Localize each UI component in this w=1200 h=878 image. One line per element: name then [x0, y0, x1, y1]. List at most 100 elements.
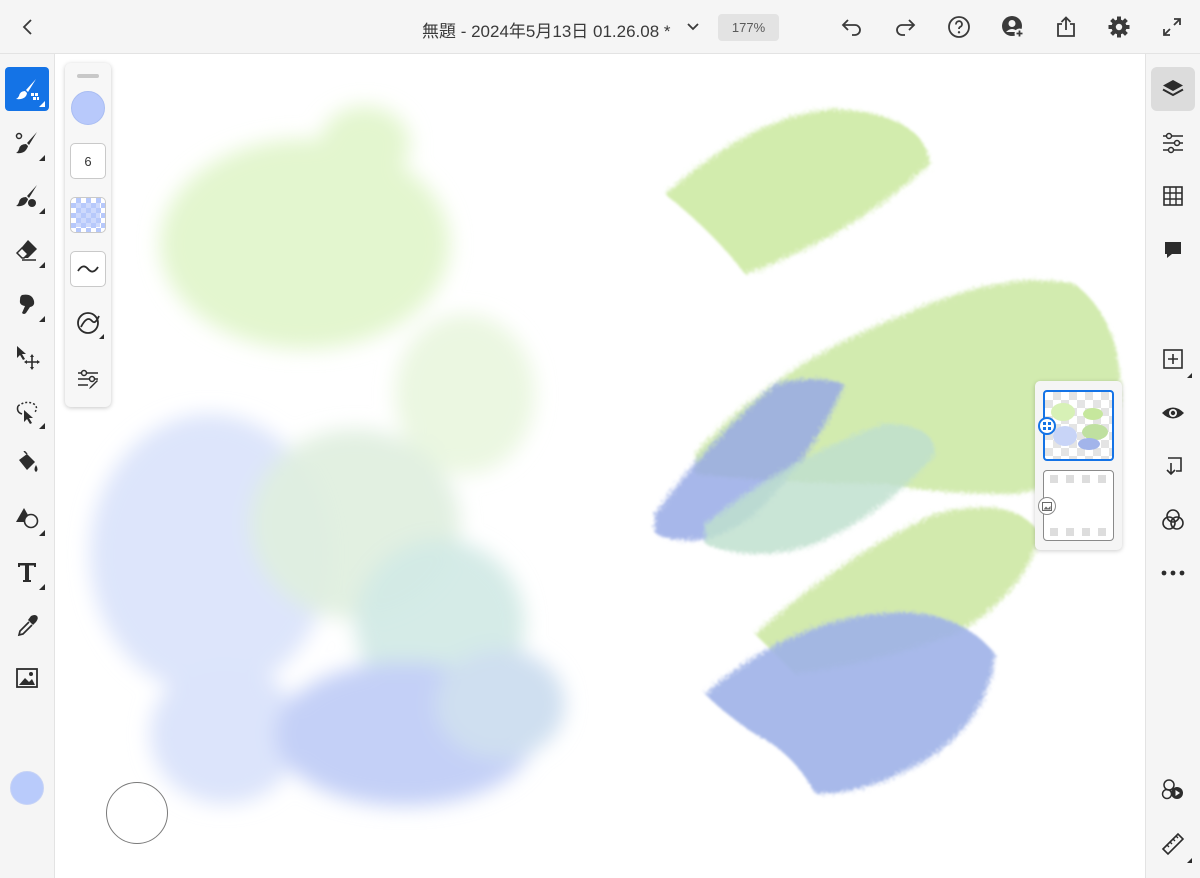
redo-button[interactable] — [890, 12, 920, 42]
brush-opacity-button[interactable] — [70, 197, 106, 233]
opacity-swatch-icon — [76, 203, 100, 227]
visibility-button[interactable] — [1151, 391, 1195, 435]
add-layer-button[interactable] — [1151, 337, 1195, 381]
smudge-icon — [19, 294, 35, 314]
submenu-indicator — [39, 101, 45, 107]
comments-button[interactable] — [1151, 228, 1195, 272]
comment-icon — [1165, 242, 1181, 258]
zoom-level[interactable]: 177% — [718, 14, 779, 41]
shape-tool[interactable] — [5, 496, 49, 540]
layers-button[interactable] — [1151, 67, 1195, 111]
add-layer-icon — [1163, 349, 1183, 369]
eraser-icon — [15, 240, 37, 261]
layer-properties-button[interactable] — [1151, 121, 1195, 165]
fullscreen-button[interactable] — [1157, 12, 1187, 42]
remix-button[interactable] — [1151, 768, 1195, 812]
back-button[interactable] — [14, 13, 42, 41]
watercolor-lightblue-right — [435, 649, 565, 759]
invite-user-icon — [1002, 16, 1025, 39]
text-tool[interactable] — [5, 550, 49, 594]
watercolor-green-top-b — [320, 106, 410, 182]
submenu-indicator — [39, 423, 45, 429]
submenu-indicator — [39, 208, 45, 214]
pixel-brush-tool[interactable] — [5, 67, 49, 111]
submenu-indicator — [39, 155, 45, 161]
brush-cursor — [106, 782, 168, 844]
submenu-indicator — [1187, 858, 1192, 863]
grid-icon — [1163, 186, 1183, 206]
back-icon — [22, 19, 32, 35]
ruler-button[interactable] — [1151, 822, 1195, 866]
panel-drag-handle[interactable] — [77, 74, 99, 78]
eyedropper-icon — [17, 615, 38, 637]
blend-mode-button[interactable] — [1151, 498, 1195, 542]
remix-icon — [1161, 779, 1183, 800]
brush-options-panel: 6 — [65, 63, 111, 407]
merge-down-icon — [1166, 457, 1182, 476]
lasso-icon — [16, 401, 38, 424]
image-icon — [16, 668, 38, 688]
canvas-artwork — [90, 106, 1121, 806]
layers-icon — [1162, 80, 1184, 97]
pressure-dynamics-icon — [77, 312, 100, 334]
ruler-icon — [1161, 832, 1185, 856]
undo-icon — [841, 19, 861, 36]
vector-brush-tool[interactable] — [5, 174, 49, 218]
drawing-canvas[interactable] — [55, 54, 1145, 878]
top-bar: 無題 - 2024年5月13日 01.26.08 * 177% — [0, 0, 1200, 54]
eraser-tool[interactable] — [5, 228, 49, 272]
undo-button[interactable] — [837, 12, 867, 42]
lasso-selection-tool[interactable] — [5, 389, 49, 433]
share-icon — [1057, 16, 1075, 37]
more-icon — [1161, 570, 1185, 576]
watercolor-green-top — [160, 139, 450, 349]
eyedropper-tool[interactable] — [5, 604, 49, 648]
layer-type-badge-painting[interactable] — [1038, 417, 1056, 435]
layer-type-badge-background[interactable] — [1038, 497, 1056, 515]
help-icon — [948, 16, 970, 38]
left-toolbar — [0, 54, 55, 878]
submenu-indicator — [39, 316, 45, 322]
transform-tool[interactable] — [5, 335, 49, 379]
grid-button[interactable] — [1151, 174, 1195, 218]
brush-settings-icon — [78, 369, 98, 389]
blend-icon — [1162, 509, 1184, 530]
place-image-tool[interactable] — [5, 656, 49, 700]
help-button[interactable] — [944, 12, 974, 42]
redo-icon — [896, 19, 916, 36]
brush-size-field[interactable]: 6 — [70, 143, 106, 179]
live-brush-tool[interactable] — [5, 121, 49, 165]
current-color-swatch[interactable] — [10, 771, 44, 805]
submenu-indicator — [39, 530, 45, 536]
pixel-brush-icon — [16, 79, 39, 100]
fullscreen-icon — [1163, 18, 1181, 36]
submenu-indicator — [39, 262, 45, 268]
fill-tool[interactable] — [5, 442, 49, 486]
pastel-green-stroke-top — [665, 109, 930, 274]
sliders-icon — [1163, 132, 1183, 154]
image-layer-icon — [1042, 501, 1052, 511]
right-toolbar — [1145, 54, 1200, 878]
paint-bucket-icon — [19, 451, 38, 472]
brush-color-button[interactable] — [71, 91, 105, 125]
shapes-icon — [16, 508, 39, 529]
brush-settings-button[interactable] — [70, 361, 106, 397]
submenu-indicator — [39, 584, 45, 590]
smoothing-button[interactable] — [70, 251, 106, 287]
submenu-indicator — [1187, 373, 1192, 378]
chevron-down-icon — [687, 23, 699, 31]
settings-icon — [1108, 16, 1130, 38]
pixel-layer-icon — [1043, 422, 1051, 430]
settings-button[interactable] — [1104, 12, 1134, 42]
pressure-dynamics-button[interactable] — [70, 305, 106, 341]
document-title[interactable]: 無題 - 2024年5月13日 01.26.08 * — [422, 17, 671, 42]
move-icon — [17, 346, 40, 370]
pastel-blue-stroke-low — [705, 612, 995, 794]
share-button[interactable] — [1051, 12, 1081, 42]
smudge-tool[interactable] — [5, 282, 49, 326]
more-button[interactable] — [1151, 551, 1195, 595]
invite-button[interactable] — [998, 12, 1028, 42]
submenu-indicator — [99, 334, 104, 339]
merge-down-button[interactable] — [1151, 444, 1195, 488]
document-menu-button[interactable] — [682, 16, 704, 38]
